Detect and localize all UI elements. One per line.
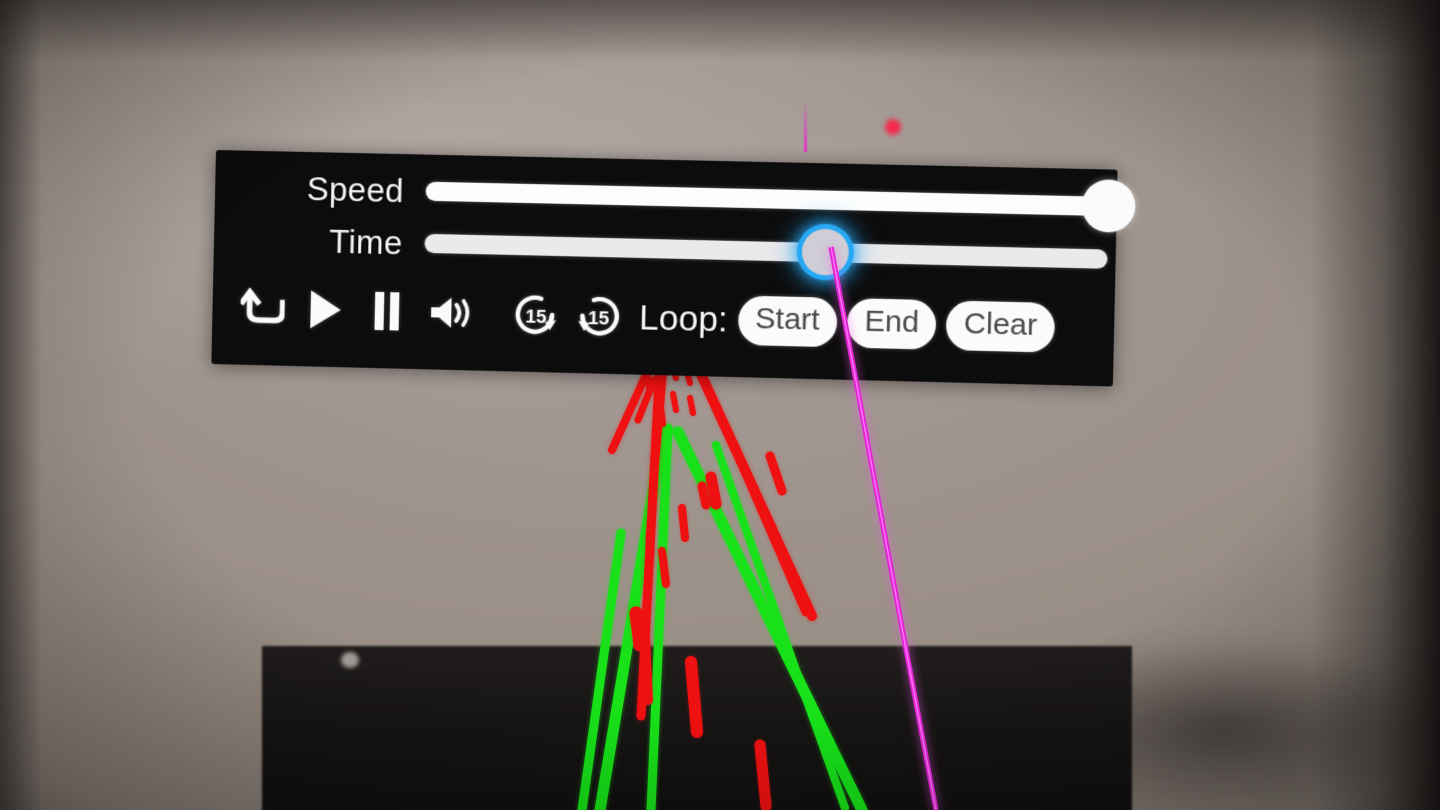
undo-icon: [240, 287, 286, 329]
vr-screenshot-stage: Speed Time 15 15 Loop: Start End Clear: [0, 0, 1440, 810]
controls-spacer: [484, 314, 508, 315]
volume-icon: [427, 293, 472, 332]
red-marker-dot: [885, 119, 901, 135]
loop-clear-button[interactable]: Clear: [945, 299, 1056, 353]
pause-icon: [370, 290, 403, 333]
loop-label: Loop:: [638, 297, 729, 340]
time-slider-label: Time: [328, 222, 403, 261]
undo-button[interactable]: [234, 281, 291, 334]
speed-slider-track[interactable]: [425, 181, 1109, 216]
loop-start-button[interactable]: Start: [737, 294, 838, 347]
rewind-15-icon: 15: [573, 291, 625, 342]
forward-15-label: 15: [525, 306, 547, 328]
rewind-15-label: 15: [588, 308, 610, 330]
speed-slider-track-wrap[interactable]: [425, 171, 1136, 233]
rewind-15-button[interactable]: 15: [570, 289, 628, 343]
transport-controls-row[interactable]: 15 15 Loop: Start End Clear: [234, 270, 1107, 366]
magenta-stub-line: [804, 104, 807, 152]
speed-slider-label: Speed: [306, 169, 405, 209]
monitor-highlight-spot: [341, 652, 359, 668]
time-slider-track-wrap[interactable]: [424, 223, 1108, 279]
media-control-panel[interactable]: Speed Time 15 15 Loop: Start End Clear: [211, 150, 1136, 387]
forward-15-icon: 15: [510, 289, 562, 340]
volume-button[interactable]: [421, 286, 479, 340]
time-slider-row[interactable]: Time: [284, 218, 1108, 281]
play-button[interactable]: [296, 283, 353, 336]
loop-end-button[interactable]: End: [846, 297, 937, 350]
time-slider-knob[interactable]: [801, 228, 850, 276]
play-icon: [306, 288, 343, 331]
pause-button[interactable]: [358, 284, 415, 337]
forward-15-button[interactable]: 15: [507, 288, 565, 342]
speed-slider-row[interactable]: Speed: [285, 166, 1136, 233]
time-slider-track[interactable]: [424, 233, 1108, 269]
dark-monitor-object: [262, 646, 1132, 810]
